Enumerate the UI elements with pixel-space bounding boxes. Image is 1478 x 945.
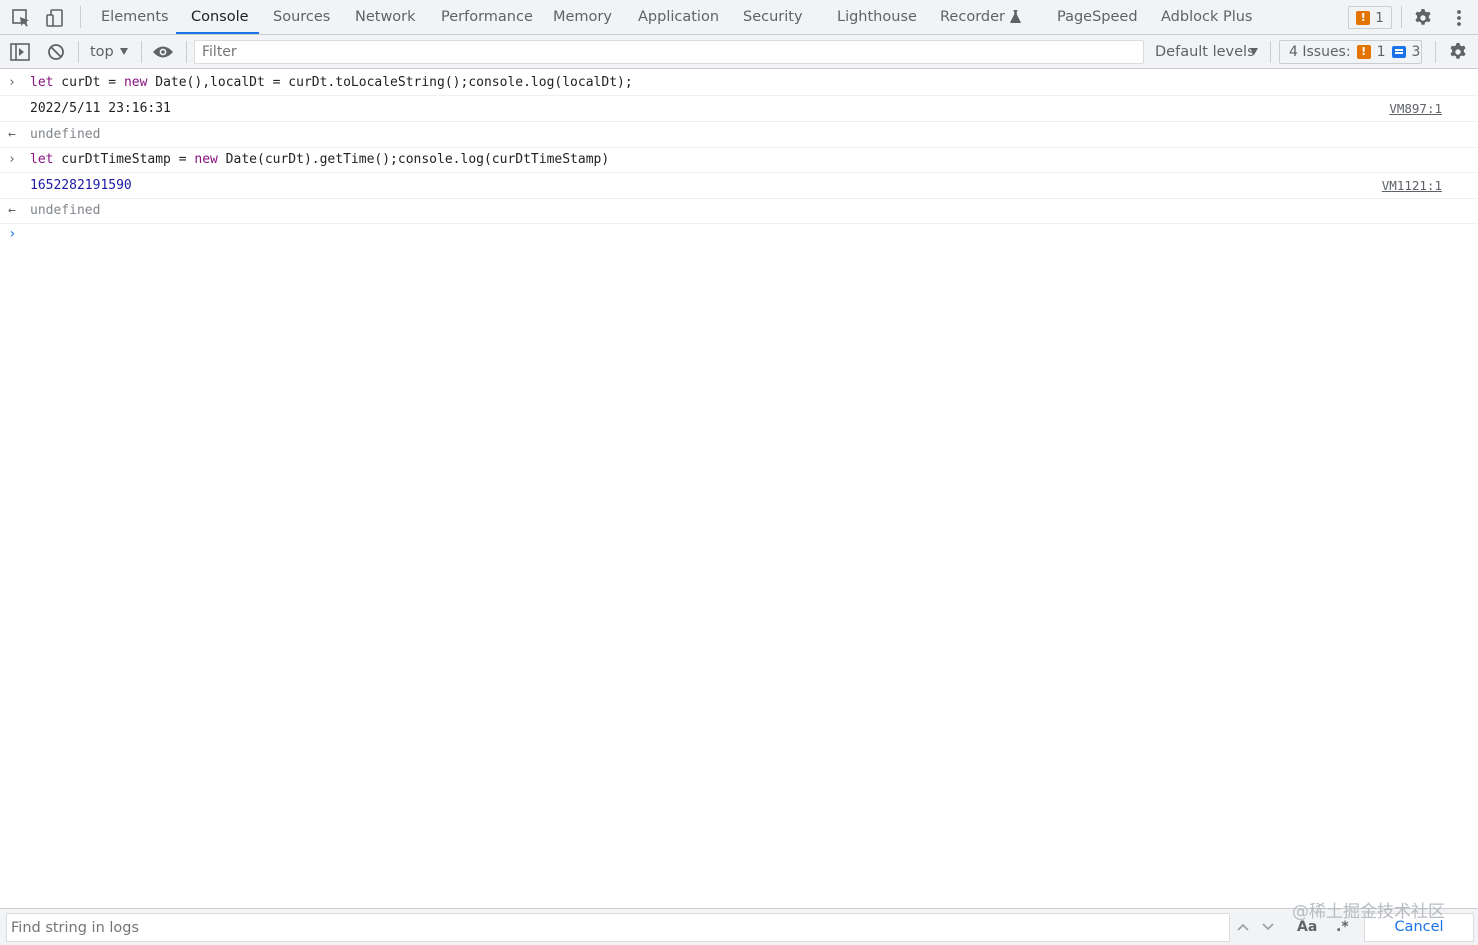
dropdown-arrow-icon [120, 48, 128, 55]
source-link[interactable]: VM1121:1 [1382, 173, 1442, 199]
code-keyword: new [194, 152, 218, 167]
warning-icon: ! [1356, 45, 1371, 59]
log-levels-label: Default levels [1155, 44, 1255, 60]
console-prompt-chevron-icon[interactable]: › [8, 226, 16, 242]
result-arrow-icon: ← [8, 203, 16, 218]
warning-icon: ! [1356, 10, 1371, 25]
toolbar-divider [186, 41, 187, 63]
tab-adblock-plus[interactable]: Adblock Plus [1161, 0, 1252, 35]
tab-elements[interactable]: Elements [101, 0, 169, 35]
console-input-row: › let curDtTimeStamp = new Date(curDt).g… [0, 147, 1478, 173]
code-text: curDt = [53, 75, 124, 90]
settings-gear-icon[interactable] [1411, 6, 1435, 30]
console-toolbar: top Default levels 4 Issues: ! 1 3 [0, 35, 1478, 69]
code-text: Date(),localDt = curDt.toLocaleString();… [147, 75, 633, 90]
issues-info-count: 3 [1411, 44, 1421, 60]
toolbar-divider [78, 41, 79, 63]
tab-security[interactable]: Security [743, 0, 803, 35]
toolbar-divider [1401, 6, 1402, 28]
input-chevron-icon: › [8, 75, 16, 90]
code-text: Date(curDt).getTime();console.log(curDtT… [217, 152, 610, 167]
toolbar-divider [1270, 41, 1271, 63]
issues-button[interactable]: 4 Issues: ! 1 3 [1279, 40, 1422, 64]
device-toolbar-icon[interactable] [43, 6, 67, 30]
find-field[interactable] [6, 913, 1230, 942]
result-arrow-icon: ← [8, 127, 16, 142]
issue-counter-count: 1 [1375, 9, 1384, 26]
find-bar: Aa .* Cancel [0, 908, 1478, 945]
console-log-row: 2022/5/11 23:16:31 VM897:1 [0, 96, 1478, 122]
tab-console[interactable]: Console [191, 0, 249, 35]
tab-application[interactable]: Application [638, 0, 719, 35]
issues-warning-count: 1 [1376, 44, 1386, 60]
tab-recorder-label: Recorder [940, 9, 1005, 25]
tab-sources[interactable]: Sources [273, 0, 330, 35]
console-input-row: › let curDt = new Date(),localDt = curDt… [0, 70, 1478, 96]
input-chevron-icon: › [8, 152, 16, 167]
console-settings-gear-icon[interactable] [1446, 40, 1470, 64]
filter-field[interactable] [194, 40, 1144, 64]
execution-context-select[interactable]: top [90, 35, 128, 69]
find-next-icon[interactable] [1257, 915, 1279, 939]
clear-console-icon[interactable] [44, 40, 68, 64]
console-input-code[interactable]: let curDt = new Date(),localDt = curDt.t… [30, 70, 633, 96]
tab-lighthouse[interactable]: Lighthouse [837, 0, 917, 35]
live-expression-eye-icon[interactable] [151, 40, 175, 64]
source-link[interactable]: VM897:1 [1389, 96, 1442, 122]
toolbar-divider [1435, 41, 1436, 63]
execution-context-label: top [90, 44, 114, 60]
experiment-flask-icon [1010, 2, 1021, 37]
dropdown-arrow-icon [1250, 48, 1258, 55]
code-text: curDtTimeStamp = [53, 152, 195, 167]
issues-label: 4 Issues: [1289, 44, 1351, 60]
sidebar-toggle-icon[interactable] [8, 40, 32, 64]
inspect-element-icon[interactable] [9, 6, 33, 30]
tab-performance[interactable]: Performance [441, 0, 533, 35]
find-input[interactable] [7, 914, 1229, 941]
console-input-code[interactable]: let curDtTimeStamp = new Date(curDt).get… [30, 147, 609, 173]
tab-network[interactable]: Network [355, 0, 416, 35]
console-log-text: 2022/5/11 23:16:31 [30, 101, 171, 116]
code-keyword: new [123, 75, 148, 90]
console-log-row: 1652282191590 VM1121:1 [0, 173, 1478, 199]
tab-memory[interactable]: Memory [553, 0, 612, 35]
watermark: @稀土掘金技术社区 [1292, 902, 1445, 922]
tab-recorder[interactable]: Recorder [940, 0, 1021, 35]
code-keyword: let [30, 152, 54, 167]
more-options-icon[interactable] [1447, 6, 1471, 30]
toolbar-divider [80, 6, 81, 28]
console-log-number: 1652282191590 [30, 178, 132, 193]
find-previous-icon[interactable] [1232, 915, 1254, 939]
console-result-text: undefined [30, 203, 101, 218]
toolbar-divider [141, 41, 142, 63]
console-result-text: undefined [30, 127, 101, 142]
filter-input[interactable] [195, 41, 1143, 63]
active-tab-indicator [176, 32, 259, 34]
console-result-row: ← undefined [0, 122, 1478, 148]
code-keyword: let [30, 75, 54, 90]
log-levels-select[interactable]: Default levels [1155, 35, 1258, 69]
issue-counter-button[interactable]: ! 1 [1348, 6, 1392, 29]
info-message-icon [1391, 46, 1406, 58]
tab-pagespeed[interactable]: PageSpeed [1057, 0, 1138, 35]
devtools-tab-bar: Elements Console Sources Network Perform… [0, 0, 1478, 35]
console-result-row: ← undefined [0, 198, 1478, 224]
